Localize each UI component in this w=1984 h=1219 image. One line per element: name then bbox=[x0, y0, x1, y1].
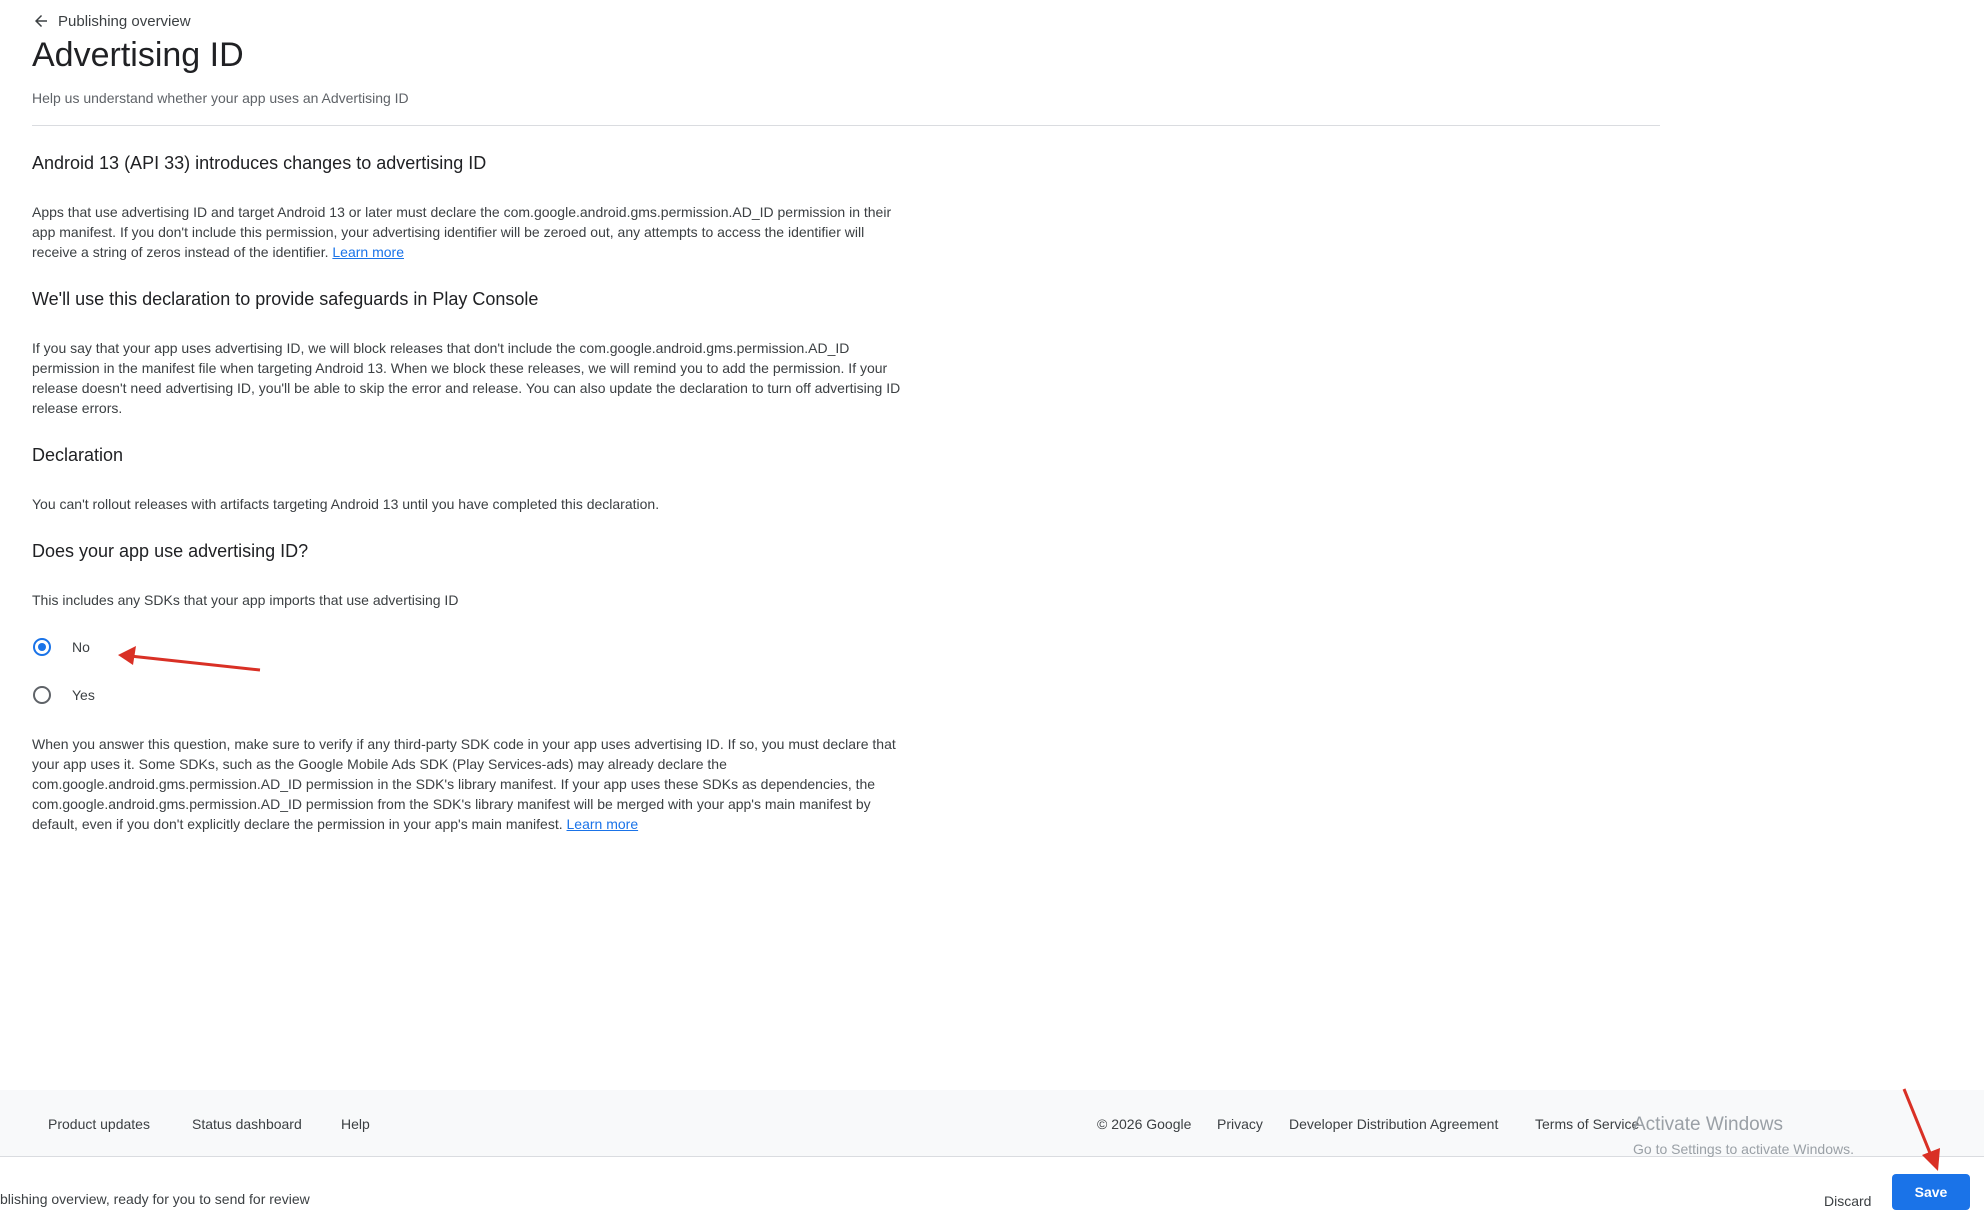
annotation-arrow-icon bbox=[118, 646, 261, 672]
declaration-text: You can't rollout releases with artifact… bbox=[32, 496, 660, 512]
page-subtitle: Help us understand whether your app uses… bbox=[32, 90, 409, 106]
divider bbox=[32, 125, 1660, 126]
footer-link-product-updates[interactable]: Product updates bbox=[48, 1116, 150, 1132]
arrow-left-icon bbox=[35, 15, 47, 27]
note-learn-more-link[interactable]: Learn more bbox=[567, 816, 639, 832]
save-bar: blishing overview, ready for you to send… bbox=[0, 1157, 1984, 1219]
radio-label-no: No bbox=[72, 639, 90, 655]
footer-link-status-dashboard[interactable]: Status dashboard bbox=[192, 1116, 302, 1132]
safeguards-text: If you say that your app uses advertisin… bbox=[32, 340, 901, 416]
windows-watermark-title: Activate Windows bbox=[1633, 1114, 1783, 1135]
android13-heading: Android 13 (API 33) introduces changes t… bbox=[32, 153, 487, 173]
footer-link-help[interactable]: Help bbox=[341, 1116, 370, 1132]
question-note: When you answer this question, make sure… bbox=[32, 736, 896, 832]
save-button[interactable]: Save bbox=[1892, 1174, 1970, 1210]
radio-button-yes[interactable] bbox=[33, 686, 51, 704]
footer-copyright: © 2026 Google bbox=[1097, 1116, 1192, 1132]
footer-link-terms[interactable]: Terms of Service bbox=[1535, 1116, 1639, 1132]
discard-button[interactable]: Discard bbox=[1812, 1183, 1883, 1219]
footer-link-privacy[interactable]: Privacy bbox=[1217, 1116, 1263, 1132]
learn-more-link[interactable]: Learn more bbox=[332, 244, 404, 260]
radio-option-no[interactable]: No bbox=[32, 638, 90, 656]
back-link-label: Publishing overview bbox=[58, 12, 191, 30]
question-text: This includes any SDKs that your app imp… bbox=[32, 592, 459, 608]
safeguards-heading: We'll use this declaration to provide sa… bbox=[32, 289, 539, 309]
radio-option-yes[interactable]: Yes bbox=[32, 686, 95, 704]
radio-label-yes: Yes bbox=[72, 687, 95, 703]
android13-text: Apps that use advertising ID and target … bbox=[32, 204, 892, 260]
save-bar-message: blishing overview, ready for you to send… bbox=[0, 1191, 310, 1207]
question-heading: Does your app use advertising ID? bbox=[32, 541, 309, 561]
page-title: Advertising ID bbox=[32, 36, 244, 74]
declaration-heading: Declaration bbox=[32, 445, 124, 465]
back-link[interactable]: Publishing overview bbox=[32, 12, 191, 30]
footer-link-distribution-agreement[interactable]: Developer Distribution Agreement bbox=[1289, 1116, 1498, 1132]
radio-button-no[interactable] bbox=[33, 638, 51, 656]
windows-watermark-subtitle: Go to Settings to activate Windows. bbox=[1633, 1141, 1854, 1157]
